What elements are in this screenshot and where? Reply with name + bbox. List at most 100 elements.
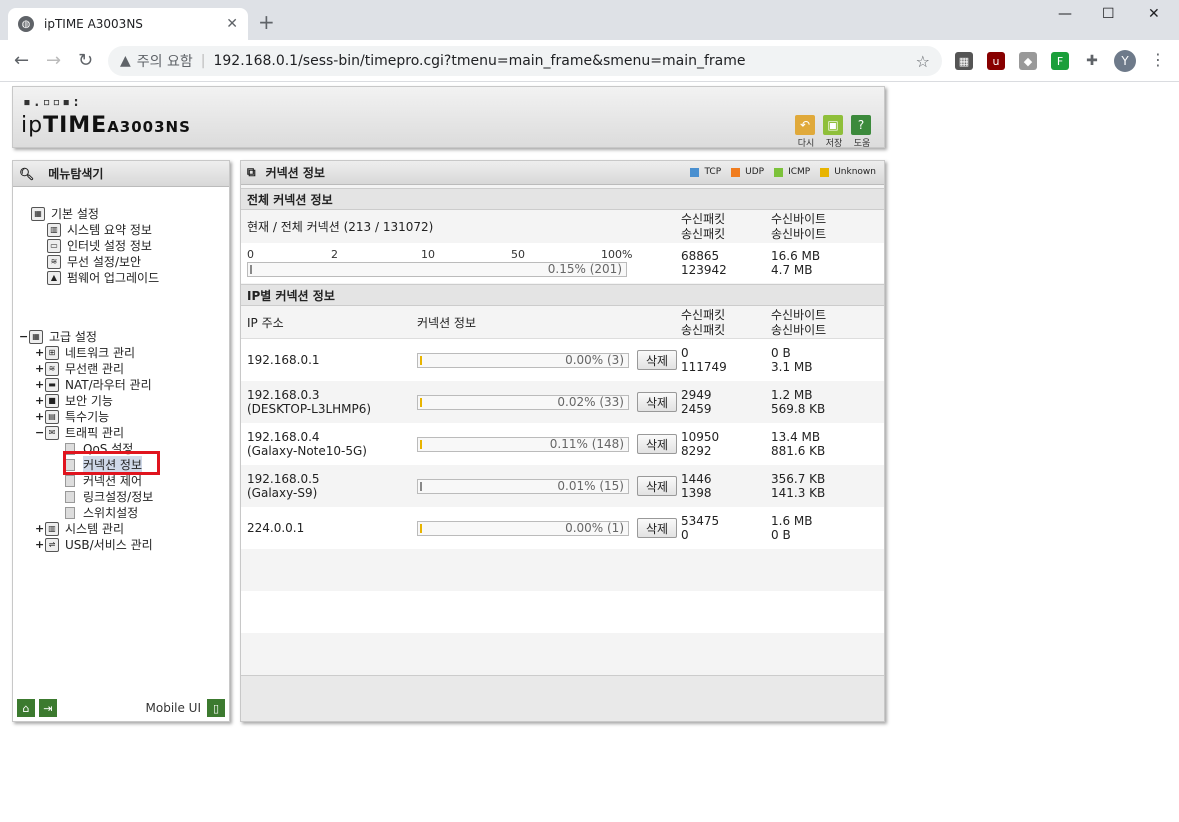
empty-row	[241, 591, 884, 633]
col-tx-byte: 송신바이트	[771, 323, 827, 337]
tx-byte: 141.3 KB	[771, 486, 826, 500]
tx-pkt: 0	[681, 528, 689, 542]
tx-byte: 0 B	[771, 528, 791, 542]
tab-title: ipTIME A3003NS	[44, 17, 143, 31]
tree-item-internet[interactable]: ▭ 인터넷 설정 정보	[47, 237, 152, 254]
network-icon: ⊞	[45, 345, 59, 360]
security-label: 주의 요함	[136, 54, 193, 70]
tx-pkt: 2459	[681, 402, 712, 416]
search-icon: 🔍︎	[19, 166, 35, 181]
help-icon: ?	[851, 115, 871, 135]
delete-button[interactable]: 삭제	[637, 350, 677, 370]
tree-item-link[interactable]: 링크설정/정보	[65, 488, 153, 505]
total-section-title: 전체 커넥션 정보	[241, 188, 884, 210]
scale-tick: 0	[247, 248, 254, 261]
total-row: 0 2 10 50 100% 0.15% (201) 68865 123942 …	[241, 243, 884, 283]
ip-address: 224.0.0.1	[247, 521, 305, 535]
bookmark-star-icon[interactable]: ☆	[916, 52, 930, 71]
address-bar[interactable]: ▲ 주의 요함 | 192.168.0.1/sess-bin/timepro.c…	[108, 46, 942, 76]
home-icon[interactable]: ⌂	[17, 699, 35, 717]
back-arrow-icon[interactable]: ←	[14, 50, 29, 71]
tree-advanced[interactable]: − ▦ 고급 설정	[19, 328, 97, 345]
main-panel: ⧉ 커넥션 정보 TCP UDP ICMP Unknown 전체 커넥션 정보 …	[240, 160, 885, 722]
maximize-button[interactable]: ☐	[1102, 6, 1115, 22]
rx-pkt: 2949	[681, 388, 712, 402]
browser-tab-strip: ◍ ipTIME A3003NS ✕ + — ☐ ✕	[0, 0, 1179, 40]
tree-item-system[interactable]: + ▥ 시스템 관리	[35, 520, 124, 537]
tree-item-firmware[interactable]: ▲ 펌웨어 업그레이드	[47, 269, 159, 286]
shield-extension-icon[interactable]: ◆	[1019, 52, 1037, 70]
table-row: 192.168.0.5 (Galaxy-S9) 0.01% (15) 삭제 1446 13…	[241, 465, 884, 507]
help-button[interactable]: ? 도움	[851, 115, 873, 149]
ip-address: 192.168.0.4	[247, 430, 320, 444]
scale-tick: 50	[511, 248, 525, 261]
tree-item-usb[interactable]: + ⇌ USB/서비스 관리	[35, 536, 153, 553]
host-name: (Galaxy-S9)	[247, 486, 318, 500]
tree-item-special[interactable]: + ▤ 특수기능	[35, 408, 109, 425]
bar-text: 0.01% (15)	[557, 479, 624, 493]
menu-dots-icon[interactable]: ⋮	[1150, 50, 1166, 69]
save-button[interactable]: ▣ 저장	[823, 115, 845, 149]
main-header: ⧉ 커넥션 정보 TCP UDP ICMP Unknown	[241, 161, 884, 185]
browser-tab[interactable]: ◍ ipTIME A3003NS ✕	[8, 8, 248, 40]
puzzle-icon[interactable]: ✚	[1083, 52, 1101, 70]
delete-button[interactable]: 삭제	[637, 434, 677, 454]
connection-bar: 0.01% (15)	[417, 479, 629, 494]
tree-item-nat[interactable]: + ▬ NAT/라우터 관리	[35, 376, 152, 393]
avatar[interactable]: Y	[1114, 50, 1136, 72]
bar-fill	[420, 482, 422, 491]
url-text[interactable]: 192.168.0.1/sess-bin/timepro.cgi?tmenu=m…	[213, 53, 915, 69]
close-tab-icon[interactable]: ✕	[226, 16, 238, 32]
special-icon: ▤	[45, 409, 59, 424]
traffic-icon: ✉	[45, 425, 59, 440]
mobile-icon: ▯	[207, 699, 225, 717]
connection-bar: 0.02% (33)	[417, 395, 629, 410]
upgrade-icon: ▲	[47, 270, 61, 285]
minimize-button[interactable]: —	[1058, 6, 1072, 22]
page-title: 커넥션 정보	[265, 166, 325, 180]
bar-fill	[420, 440, 422, 449]
current-total-label: 현재 / 전체 커넥션 (213 / 131072)	[247, 220, 434, 234]
ublock-icon[interactable]: u	[987, 52, 1005, 70]
new-tab-button[interactable]: +	[258, 12, 275, 32]
tree-item-wireless[interactable]: ≋ 무선 설정/보안	[47, 253, 141, 270]
total-rx-pkt: 68865	[681, 249, 720, 263]
reload-icon[interactable]: ↻	[78, 50, 93, 71]
delete-button[interactable]: 삭제	[637, 476, 677, 496]
router-icon: ▬	[45, 377, 59, 392]
highlight-box	[63, 451, 160, 475]
qr-extension-icon[interactable]: ▦	[955, 52, 973, 70]
tree-basic[interactable]: ▦ 기본 설정	[31, 205, 99, 222]
system-icon: ▥	[45, 521, 59, 536]
usb-icon: ⇌	[45, 537, 59, 552]
rx-pkt: 53475	[681, 514, 720, 528]
tree-item-network[interactable]: + ⊞ 네트워크 관리	[35, 344, 135, 361]
separator: |	[200, 53, 206, 69]
table-row: 192.168.0.3 (DESKTOP-L3LHMP6) 0.02% (33) 삭제…	[241, 381, 884, 423]
col-rx-pkt: 수신패킷	[681, 212, 726, 226]
f-extension-icon[interactable]: F	[1051, 52, 1069, 70]
delete-button[interactable]: 삭제	[637, 392, 677, 412]
page-icon	[65, 506, 75, 519]
tree-item-security[interactable]: + ■ 보안 기능	[35, 392, 113, 409]
sidebar-header: 🔍︎ 메뉴탐색기	[13, 161, 229, 187]
tree-item-switch[interactable]: 스위치설정	[65, 504, 138, 521]
warning-icon: ▲	[120, 53, 131, 69]
logo: ipTIMEA3003NS	[21, 113, 191, 138]
close-window-button[interactable]: ✕	[1148, 6, 1160, 22]
tree-item-traffic[interactable]: − ✉ 트래픽 관리	[35, 424, 124, 441]
bar-fill	[420, 524, 422, 533]
back-button[interactable]: ↶ 다시	[795, 115, 817, 149]
tree-item-summary[interactable]: ▥ 시스템 요약 정보	[47, 221, 152, 238]
connection-bar: 0.11% (148)	[417, 437, 629, 452]
tcp-swatch	[690, 167, 700, 177]
bar-text: 0.00% (3)	[565, 353, 624, 367]
col-rx-byte: 수신바이트	[771, 212, 827, 226]
delete-button[interactable]: 삭제	[637, 518, 677, 538]
tx-byte: 569.8 KB	[771, 402, 826, 416]
tree-item-wlan[interactable]: + ≋ 무선랜 관리	[35, 360, 124, 377]
mobile-ui-link[interactable]: Mobile UI ▯	[146, 699, 225, 717]
logout-icon[interactable]: ⇥	[39, 699, 57, 717]
forward-arrow-icon[interactable]: →	[46, 50, 61, 71]
connection-bar: 0.00% (3)	[417, 353, 629, 368]
